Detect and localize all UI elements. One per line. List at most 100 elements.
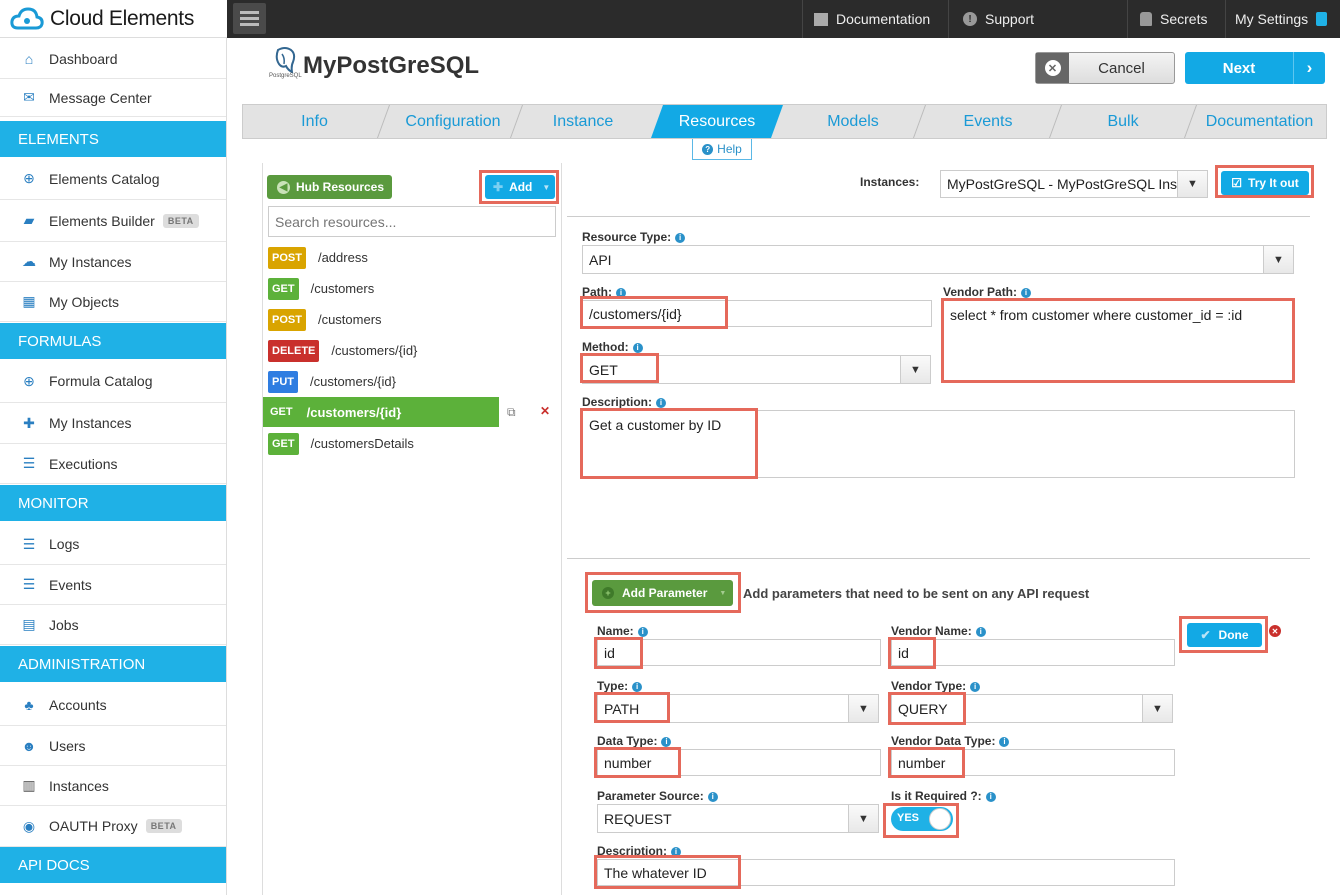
divider	[567, 558, 1310, 559]
vendor-path-label: Vendor Path: i	[943, 285, 1032, 299]
tab-resources[interactable]: Resources	[651, 105, 783, 138]
caret-down-icon: ▼	[719, 589, 727, 597]
info-icon: i	[632, 343, 643, 353]
menu-toggle-button[interactable]	[233, 3, 266, 34]
barcode-icon: ▥	[22, 777, 36, 793]
check-icon: ✔	[1200, 628, 1211, 642]
tab-models[interactable]: Models	[783, 105, 923, 138]
secrets-link[interactable]: Secrets	[1127, 0, 1225, 38]
sidebar-item-accounts[interactable]: ♣ Accounts	[0, 685, 226, 726]
path-input[interactable]: /customers/{id}	[582, 300, 932, 327]
sidebar-item-my-objects[interactable]: ▦ My Objects	[0, 282, 226, 322]
lock-icon	[1140, 12, 1152, 26]
resource-item[interactable]: DELETE/customers/{id}	[263, 335, 561, 366]
copy-icon[interactable]: ⧉	[507, 405, 516, 420]
try-it-out-button[interactable]: ☑ Try It out	[1221, 171, 1309, 195]
resource-item[interactable]: POST/customers	[263, 304, 561, 335]
resource-item[interactable]: GET/customersDetails	[263, 428, 561, 459]
tab-events[interactable]: Events	[923, 105, 1053, 138]
sidebar-item-instances[interactable]: ▥ Instances	[0, 766, 226, 806]
home-icon: ⌂	[24, 51, 34, 67]
resource-item[interactable]: POST/address	[263, 242, 561, 273]
edit-icon: ☑	[1231, 176, 1243, 190]
users-icon: ☻	[21, 737, 37, 754]
top-bar: Cloud Elements Documentation ! Support S…	[0, 0, 1340, 38]
sidebar-item-logs[interactable]: ☰ Logs	[0, 524, 226, 565]
is-required-toggle[interactable]: YES	[891, 807, 953, 831]
sidebar-item-oauth-proxy[interactable]: ◉ OAUTH Proxy BETA	[0, 806, 226, 847]
tab-info[interactable]: Info	[243, 105, 386, 138]
delete-icon[interactable]: ✕	[540, 404, 550, 418]
sidebar-item-label: Dashboard	[49, 51, 118, 67]
sidebar-item-events[interactable]: ☰ Events	[0, 565, 226, 605]
info-icon: i	[671, 847, 682, 857]
method-badge: DELETE	[268, 339, 320, 362]
sidebar-item-label: Elements Catalog	[49, 170, 160, 187]
sidebar-item-executions[interactable]: ☰ Executions	[0, 444, 226, 484]
next-button[interactable]: Next ›	[1185, 52, 1325, 84]
vendor-type-select[interactable]: QUERY ▼	[891, 694, 1173, 723]
add-parameter-button[interactable]: + Add Parameter ▼	[592, 580, 733, 606]
tab-documentation[interactable]: Documentation	[1193, 105, 1326, 138]
param-type-label: Type: i	[597, 679, 643, 693]
remove-parameter-icon[interactable]: ✕	[1269, 625, 1281, 637]
book-icon	[814, 12, 828, 26]
resource-type-select[interactable]: API ▼	[582, 245, 1294, 274]
resource-item-selected[interactable]: GET/customers/{id}	[263, 397, 499, 427]
search-resources-input[interactable]	[268, 206, 556, 237]
method-badge: POST	[268, 246, 306, 269]
cancel-button[interactable]: ✕ Cancel	[1035, 52, 1175, 84]
app-name: Cloud Elements	[50, 6, 195, 30]
sidebar-item-label: Message Center	[49, 89, 152, 106]
documentation-link[interactable]: Documentation	[802, 0, 948, 38]
tab-configuration[interactable]: Configuration	[386, 105, 520, 138]
support-link[interactable]: ! Support	[948, 0, 1046, 38]
add-resource-button[interactable]: ✚ Add ▼	[485, 175, 555, 199]
next-label: Next	[1222, 59, 1256, 77]
sidebar-item-elements-builder[interactable]: ▰ Elements Builder BETA	[0, 200, 226, 242]
tab-bulk[interactable]: Bulk	[1058, 105, 1188, 138]
sidebar-item-message-center[interactable]: ✉ Message Center	[0, 79, 226, 117]
method-badge: GET	[268, 432, 299, 455]
my-settings-link[interactable]: My Settings	[1225, 0, 1340, 38]
sidebar-item-dashboard[interactable]: ⌂ Dashboard	[0, 40, 226, 79]
param-name-input[interactable]: id	[597, 639, 881, 666]
app-logo[interactable]: Cloud Elements	[0, 0, 227, 38]
vendor-path-textarea[interactable]: select * from customer where customer_id…	[943, 300, 1294, 382]
tab-instance[interactable]: Instance	[520, 105, 646, 138]
chevron-right-icon: ›	[1293, 52, 1325, 84]
resource-path: /customers	[317, 312, 382, 327]
parameter-source-select[interactable]: REQUEST ▼	[597, 804, 879, 833]
done-button[interactable]: ✔ Done	[1187, 623, 1262, 647]
list-icon: ☰	[22, 535, 36, 552]
sidebar-item-formula-instances[interactable]: ✚ My Instances	[0, 403, 226, 444]
sidebar-item-elements-catalog[interactable]: ⊕ Elements Catalog	[0, 158, 226, 200]
resource-item[interactable]: GET/customers	[263, 273, 561, 304]
hamburger-icon	[240, 11, 259, 14]
resource-item[interactable]: PUT/customers/{id}	[263, 366, 561, 397]
description-textarea[interactable]: Get a customer by ID	[582, 410, 1295, 478]
sidebar-item-label: Users	[49, 737, 86, 754]
data-type-input[interactable]: number	[597, 749, 881, 776]
info-icon: i	[975, 627, 986, 637]
beta-badge: BETA	[145, 819, 182, 833]
arrow-left-icon: ◀	[277, 180, 290, 194]
add-parameter-label: Add Parameter	[622, 586, 708, 600]
info-icon: i	[970, 682, 981, 692]
sidebar-item-label: Formula Catalog	[49, 373, 153, 389]
hub-resources-button[interactable]: ◀ Hub Resources	[267, 175, 392, 199]
param-type-select[interactable]: PATH ▼	[597, 694, 879, 723]
param-description-input[interactable]: The whatever ID	[597, 859, 1175, 886]
help-button[interactable]: ? Help	[692, 139, 752, 160]
vendor-name-input[interactable]: id	[891, 639, 1175, 666]
done-label: Done	[1218, 628, 1249, 642]
instances-select[interactable]: MyPostGreSQL - MyPostGreSQL Ins ▼	[940, 170, 1208, 198]
vendor-data-type-input[interactable]: number	[891, 749, 1175, 776]
sidebar-item-users[interactable]: ☻ Users	[0, 726, 226, 766]
sidebar-item-jobs[interactable]: ▤ Jobs	[0, 605, 226, 645]
sidebar-item-formula-catalog[interactable]: ⊕ Formula Catalog	[0, 360, 226, 403]
method-select[interactable]: GET ▼	[582, 355, 931, 384]
section-api-docs[interactable]: API DOCS	[0, 847, 226, 883]
sidebar-item-my-instances[interactable]: ☁ My Instances	[0, 242, 226, 282]
chevron-down-icon: ▼	[1142, 695, 1172, 722]
